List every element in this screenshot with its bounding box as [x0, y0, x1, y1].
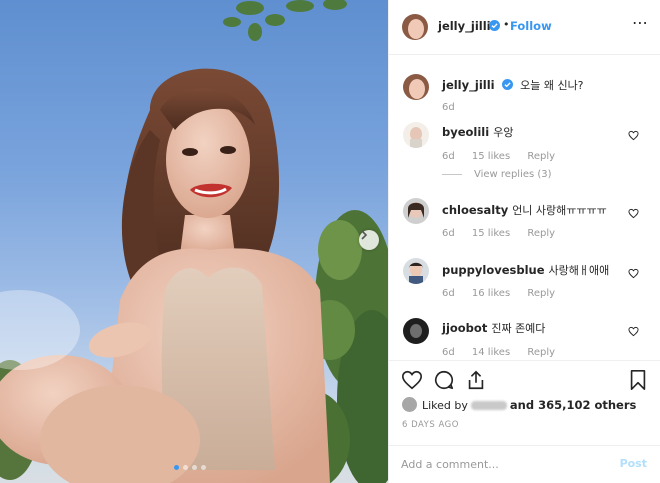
post-side-panel: jelly_jilli • Follow ⋯ jelly_jilli 오늘 왜 … [388, 0, 660, 483]
likes-count-link[interactable]: and 365,102 others [510, 398, 636, 412]
carousel-next-button[interactable] [359, 230, 379, 250]
replies-divider [442, 173, 462, 175]
comment-age: 6d [442, 228, 455, 239]
comment-meta: 6d 15 likes Reply [442, 151, 569, 162]
bookmark-icon[interactable] [627, 369, 649, 391]
commenter-avatar[interactable] [403, 122, 429, 148]
carousel-dot-1 [174, 465, 179, 470]
author-avatar[interactable] [402, 14, 428, 40]
caption-body: 오늘 왜 신나? [520, 79, 584, 92]
author-avatar-small[interactable] [403, 74, 429, 100]
comment-username[interactable]: chloesalty [442, 203, 508, 217]
liked-by-prefix: Liked by [422, 399, 468, 412]
post-actions: Liked by and 365,102 others 6 DAYS AGO Po… [389, 360, 660, 480]
post-photo[interactable] [0, 0, 388, 483]
verified-badge-icon [489, 20, 500, 31]
comments-list[interactable]: jelly_jilli 오늘 왜 신나? 6d byeolili 우앙 6d 1… [389, 56, 660, 360]
comment-likes[interactable]: 14 likes [472, 347, 510, 358]
verified-badge-icon [501, 79, 513, 90]
commenter-avatar[interactable] [403, 318, 429, 344]
comment-text: byeolili 우앙 [442, 124, 513, 140]
follow-button[interactable]: Follow [510, 19, 552, 33]
comment-age: 6d [442, 288, 455, 299]
add-comment-bar: Post [389, 445, 660, 481]
view-replies-label: View replies (3) [474, 169, 552, 180]
caption-username[interactable]: jelly_jilli [442, 78, 495, 92]
comment-body: 사랑해ㅐ애애 [548, 264, 610, 277]
comment-body: 우앙 [493, 126, 514, 139]
carousel-dots [174, 465, 206, 470]
comment-age: 6d [442, 347, 455, 358]
post-comment-button[interactable]: Post [620, 457, 647, 470]
comment-meta: 6d 14 likes Reply [442, 347, 569, 358]
comment-bubble-icon[interactable] [433, 369, 455, 391]
heart-icon[interactable] [628, 208, 639, 219]
carousel-dot-3 [192, 465, 197, 470]
comment-text: puppylovesblue 사랑해ㅐ애애 [442, 262, 609, 278]
reply-button[interactable]: Reply [527, 347, 555, 358]
like-heart-icon[interactable] [401, 369, 423, 391]
post-header: jelly_jilli • Follow ⋯ [389, 0, 660, 55]
comment-likes[interactable]: 15 likes [472, 228, 510, 239]
reply-button[interactable]: Reply [527, 151, 555, 162]
chevron-right-icon [361, 230, 368, 240]
comment-body: 언니 사랑해ㅠㅠㅠㅠ [512, 204, 607, 217]
comment-username[interactable]: byeolili [442, 125, 489, 139]
comment-age: 6d [442, 151, 455, 162]
carousel-dot-2 [183, 465, 188, 470]
comment-text: jjoobot 진짜 존예다 [442, 320, 545, 336]
post-timestamp: 6 DAYS AGO [402, 420, 459, 430]
share-icon[interactable] [465, 369, 487, 391]
caption-age: 6d [442, 102, 455, 113]
caption-meta: 6d [442, 102, 469, 113]
liked-by-summary: Liked by and 365,102 others [402, 397, 636, 412]
comment-likes[interactable]: 16 likes [472, 288, 510, 299]
more-options-icon[interactable]: ⋯ [632, 15, 649, 31]
liker-avatar[interactable] [402, 397, 417, 412]
comment-username[interactable]: jjoobot [442, 321, 487, 335]
leaves-top [223, 0, 347, 41]
comment-username[interactable]: puppylovesblue [442, 263, 545, 277]
heart-icon[interactable] [628, 130, 639, 141]
comment-meta: 6d 15 likes Reply [442, 228, 569, 239]
heart-icon[interactable] [628, 326, 639, 337]
commenter-avatar[interactable] [403, 198, 429, 224]
author-username[interactable]: jelly_jilli [438, 19, 491, 33]
reply-button[interactable]: Reply [527, 288, 555, 299]
photo-illustration [0, 0, 388, 483]
view-replies-button[interactable]: View replies (3) [442, 169, 552, 180]
heart-icon[interactable] [628, 268, 639, 279]
comment-body: 진짜 존예다 [491, 322, 546, 335]
comment-likes[interactable]: 15 likes [472, 151, 510, 162]
comment-input[interactable] [401, 455, 601, 473]
instagram-post: jelly_jilli • Follow ⋯ jelly_jilli 오늘 왜 … [0, 0, 660, 483]
comment-meta: 6d 16 likes Reply [442, 288, 569, 299]
carousel-dot-4 [201, 465, 206, 470]
comment-text: chloesalty 언니 사랑해ㅠㅠㅠㅠ [442, 202, 607, 218]
caption-text: jelly_jilli 오늘 왜 신나? [442, 77, 584, 93]
liker-username-redacted[interactable] [470, 401, 507, 410]
reply-button[interactable]: Reply [527, 228, 555, 239]
header-separator: • [503, 18, 510, 31]
commenter-avatar[interactable] [403, 258, 429, 284]
